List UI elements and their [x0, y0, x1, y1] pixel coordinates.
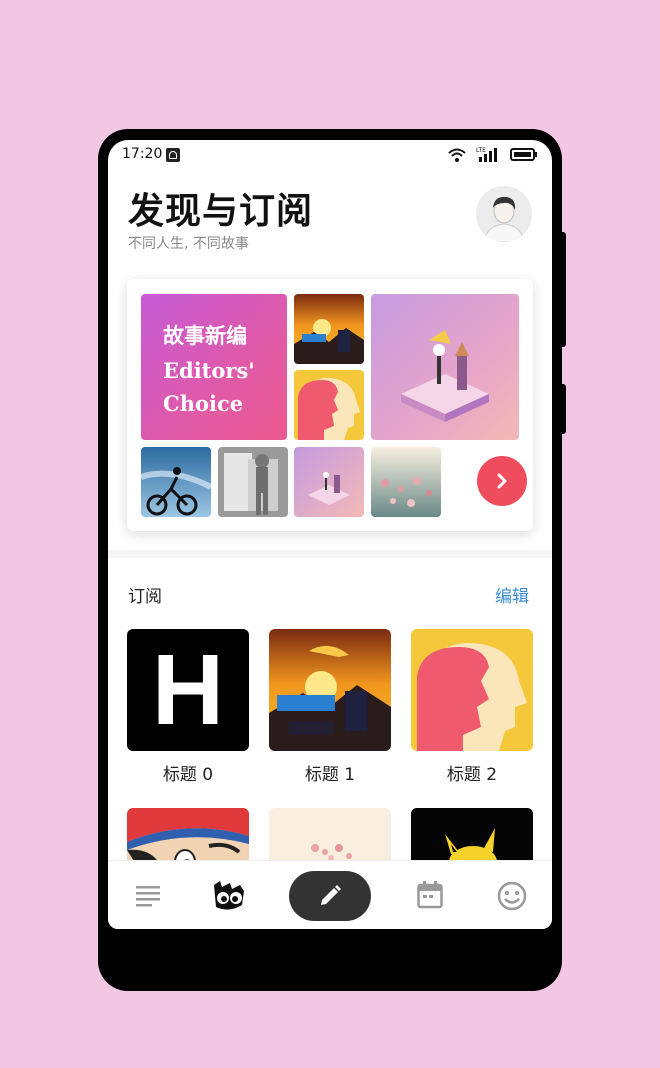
smiley-icon[interactable] [497, 881, 527, 911]
discover-face-icon[interactable] [210, 879, 248, 913]
just-do-it-image [218, 447, 288, 517]
battery-icon [510, 148, 537, 161]
editors-choice-tile[interactable]: 故事新编 Editors' Choice [141, 294, 287, 440]
face-silhouette-image [294, 370, 364, 440]
more-button[interactable] [477, 456, 527, 506]
avatar[interactable] [476, 186, 532, 242]
list-icon[interactable] [136, 885, 160, 907]
subscription-card[interactable]: H [127, 629, 249, 751]
subscription-title: 标题 0 [162, 765, 214, 785]
user-avatar-icon [476, 186, 532, 242]
thumb-cyclist-sky[interactable] [141, 447, 211, 517]
subscription-card[interactable] [269, 629, 391, 751]
subscription-title: 标题 2 [446, 765, 498, 785]
notification-icon [166, 148, 180, 162]
thumb-monument-valley-small[interactable] [294, 447, 364, 517]
status-time: 17:20 [122, 146, 163, 162]
flowers-image [371, 447, 441, 517]
subscription-card[interactable] [411, 629, 533, 751]
thumb-pokemon-sunset[interactable] [294, 294, 364, 364]
monument-valley-small-image [294, 447, 364, 517]
thumb-monument-valley-large[interactable] [371, 294, 519, 440]
editors-line2: Choice [163, 391, 244, 416]
pokemon-sunset-image [269, 629, 391, 751]
thumb-face-silhouette[interactable] [294, 370, 364, 440]
cyclist-sky-image [141, 447, 211, 517]
letter-h-logo: H [151, 634, 225, 746]
subscription-title: 标题 1 [304, 765, 356, 785]
status-bar: 17:20 LTE [108, 140, 552, 170]
edit-button[interactable]: 编辑 [495, 582, 529, 607]
pokemon-sunset-image [294, 294, 364, 364]
page-title: 发现与订阅 [128, 191, 314, 232]
editors-title-cn: 故事新编 [163, 324, 247, 348]
page-subtitle: 不同人生, 不同故事 [128, 236, 249, 252]
face-silhouette-image [411, 629, 533, 751]
compose-pen-icon [321, 885, 341, 905]
thumb-flowers[interactable] [371, 447, 441, 517]
wifi-icon [448, 148, 466, 162]
calendar-icon[interactable] [417, 881, 443, 909]
app-screen: 17:20 LTE 发现与订阅 不同人生, 不同故事 故事新编 Editors'… [108, 140, 552, 929]
tab-bar [108, 860, 552, 929]
cell-signal-icon: LTE [476, 147, 497, 162]
subscriptions-label: 订阅 [128, 587, 162, 607]
compose-button[interactable] [289, 871, 371, 921]
editors-line1: Editors' [163, 358, 255, 383]
featured-card: 故事新编 Editors' Choice [127, 279, 533, 531]
network-label: LTE [476, 147, 486, 154]
thumb-just-do-it[interactable] [218, 447, 288, 517]
monument-valley-image [371, 294, 519, 440]
section-divider [108, 550, 552, 558]
chevron-right-icon [497, 473, 507, 489]
